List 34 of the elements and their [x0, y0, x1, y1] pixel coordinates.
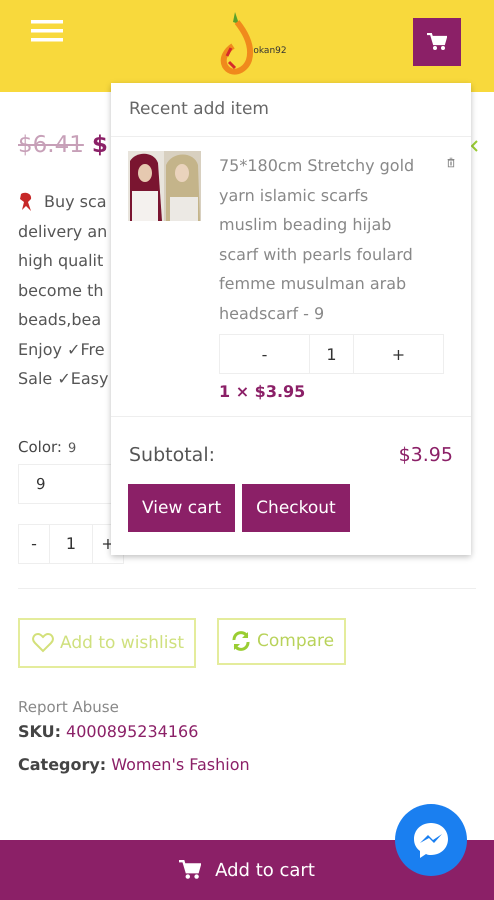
subtotal-label: Subtotal: — [129, 444, 216, 466]
logo-text: okan92 — [253, 46, 287, 56]
trash-icon[interactable] — [447, 155, 455, 170]
color-value: 9 — [68, 440, 76, 456]
price: $ — [92, 132, 108, 158]
description-line: become th — [18, 280, 104, 302]
category-link[interactable]: Women's Fashion — [111, 754, 250, 774]
add-to-cart-button[interactable]: Add to cart — [0, 840, 494, 900]
cart-icon — [426, 33, 447, 51]
sku-value: 4000895234166 — [66, 722, 198, 740]
description-line: high qualit — [18, 250, 104, 272]
subtotal-value: $3.95 — [398, 444, 453, 466]
cart-icon — [179, 860, 202, 880]
messenger-icon — [411, 820, 451, 860]
chevron-icon[interactable] — [470, 140, 478, 152]
product-name[interactable]: 75*180cm Stretchy gold yarn islamic scarfs muslim beading hijab scarf with pearls foulard femme musulman arab headscarf - 9 — [219, 151, 431, 328]
line-price: 1 × $3.95 — [219, 382, 306, 401]
old-price: $6.41 — [18, 132, 84, 158]
description-line: beads,bea — [18, 309, 102, 331]
refresh-icon — [231, 631, 252, 651]
report-link[interactable]: Report Abuse — [18, 698, 476, 716]
popup-title: Recent add item — [111, 83, 471, 137]
description-line: Sale ✓Easy — [18, 368, 108, 390]
checkout-button[interactable]: Checkout — [242, 484, 350, 532]
heart-icon — [32, 632, 54, 652]
description-line: Buy sca — [44, 191, 107, 213]
cart-button[interactable] — [412, 18, 461, 66]
scarf-icon — [18, 192, 34, 212]
category-label: Category: — [18, 754, 106, 774]
color-label: Color: — [18, 438, 62, 456]
sku-label: SKU: — [18, 722, 62, 740]
view-cart-button[interactable]: View cart — [128, 484, 236, 532]
description-line: delivery an — [18, 220, 108, 242]
description-line: Enjoy ✓Fre — [18, 338, 105, 360]
